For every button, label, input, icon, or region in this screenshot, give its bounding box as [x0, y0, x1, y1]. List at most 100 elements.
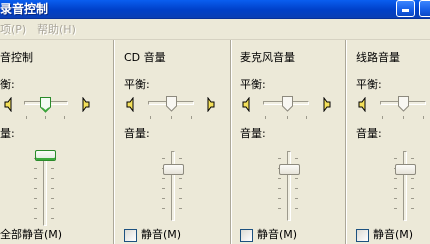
column-title: 线路音量 — [356, 51, 400, 64]
volume-slider-track[interactable] — [287, 151, 291, 221]
volume-slider-thumb[interactable] — [279, 164, 300, 175]
column-divider — [113, 40, 115, 244]
mute-checkbox[interactable] — [124, 229, 137, 242]
balance-tick — [382, 116, 383, 119]
volume-tick — [51, 168, 54, 169]
speaker-left-icon — [3, 97, 12, 112]
volume-tick — [295, 188, 298, 189]
volume-tick — [34, 188, 37, 189]
volume-tick — [51, 208, 54, 209]
speaker-right-icon — [323, 97, 332, 112]
volume-tick — [278, 198, 281, 199]
volume-tick — [34, 178, 37, 179]
speaker-right-icon — [207, 97, 216, 112]
volume-tick — [51, 198, 54, 199]
balance-tick — [265, 116, 266, 119]
mute-label[interactable]: 静音(M) — [141, 228, 181, 242]
title-bar: 录音控制 — [0, 0, 430, 19]
balance-label: 平衡: — [240, 78, 266, 91]
mute-label[interactable]: 静音(M) — [257, 228, 297, 242]
volume-tick — [51, 218, 54, 219]
volume-tick — [162, 158, 165, 159]
volume-tick — [34, 168, 37, 169]
volume-label: 音量: — [124, 127, 150, 140]
balance-tick — [45, 116, 46, 119]
mute-label[interactable]: 静音(M) — [373, 228, 413, 242]
balance-label: 平衡: — [356, 78, 382, 91]
volume-tick — [295, 208, 298, 209]
volume-tick — [394, 208, 397, 209]
balance-label: 平衡: — [124, 78, 150, 91]
volume-slider-track[interactable] — [403, 151, 407, 221]
volume-tick — [34, 208, 37, 209]
volume-tick — [394, 188, 397, 189]
balance-slider-thumb[interactable] — [40, 97, 51, 113]
balance-tick — [191, 116, 192, 119]
volume-tick — [34, 218, 37, 219]
balance-tick — [150, 116, 151, 119]
menu-bar: 项(P) 帮助(H) — [0, 19, 430, 40]
volume-tick — [394, 198, 397, 199]
column-title: CD 音量 — [124, 51, 166, 64]
balance-tick — [287, 116, 288, 119]
column-title: 音控制 — [0, 51, 33, 64]
volume-tick — [51, 188, 54, 189]
volume-label: 音量: — [356, 127, 382, 140]
volume-tick — [278, 158, 281, 159]
minimize-button[interactable] — [396, 0, 415, 17]
mute-checkbox[interactable] — [356, 229, 369, 242]
volume-tick — [162, 178, 165, 179]
volume-tick — [179, 178, 182, 179]
volume-slider-track[interactable] — [171, 151, 175, 221]
column-divider — [345, 40, 347, 244]
volume-tick — [411, 208, 414, 209]
window-title: 录音控制 — [0, 2, 49, 16]
volume-tick — [179, 198, 182, 199]
balance-tick — [26, 116, 27, 119]
speaker-left-icon — [125, 97, 134, 112]
volume-tick — [295, 178, 298, 179]
balance-slider-thumb[interactable] — [166, 96, 177, 112]
volume-slider-thumb[interactable] — [35, 150, 56, 161]
master-column — [0, 40, 113, 244]
menu-options[interactable]: 项(P) — [0, 22, 26, 37]
volume-tick — [179, 158, 182, 159]
minimize-icon — [402, 9, 409, 12]
column-divider — [230, 40, 232, 244]
mute-checkbox[interactable] — [240, 229, 253, 242]
balance-slider-thumb[interactable] — [398, 96, 409, 112]
volume-slider-track[interactable] — [43, 151, 47, 226]
balance-tick — [171, 116, 172, 119]
volume-tick — [411, 188, 414, 189]
volume-slider-thumb[interactable] — [395, 164, 416, 175]
volume-tick — [179, 188, 182, 189]
column-title: 麦克风音量 — [240, 51, 295, 64]
volume-tick — [411, 178, 414, 179]
volume-tick — [162, 198, 165, 199]
volume-tick — [295, 198, 298, 199]
volume-tick — [411, 158, 414, 159]
balance-tick — [64, 116, 65, 119]
speaker-left-icon — [357, 97, 366, 112]
balance-slider-thumb[interactable] — [282, 96, 293, 112]
volume-tick — [394, 158, 397, 159]
volume-tick — [394, 178, 397, 179]
maximize-button[interactable] — [419, 0, 430, 17]
volume-tick — [34, 198, 37, 199]
volume-label: 音量: — [240, 127, 266, 140]
speaker-left-icon — [241, 97, 250, 112]
balance-tick — [403, 116, 404, 119]
volume-tick — [278, 178, 281, 179]
balance-label: 衡: — [0, 78, 15, 91]
volume-tick — [162, 208, 165, 209]
volume-label: 量: — [0, 127, 15, 140]
volume-tick — [295, 158, 298, 159]
menu-help[interactable]: 帮助(H) — [37, 22, 76, 37]
mute-all-label[interactable]: 全部静音(M) — [0, 228, 62, 242]
volume-slider-thumb[interactable] — [163, 164, 184, 175]
volume-tick — [278, 188, 281, 189]
speaker-right-icon — [82, 97, 91, 112]
volume-tick — [278, 208, 281, 209]
volume-tick — [51, 178, 54, 179]
balance-tick — [423, 116, 424, 119]
